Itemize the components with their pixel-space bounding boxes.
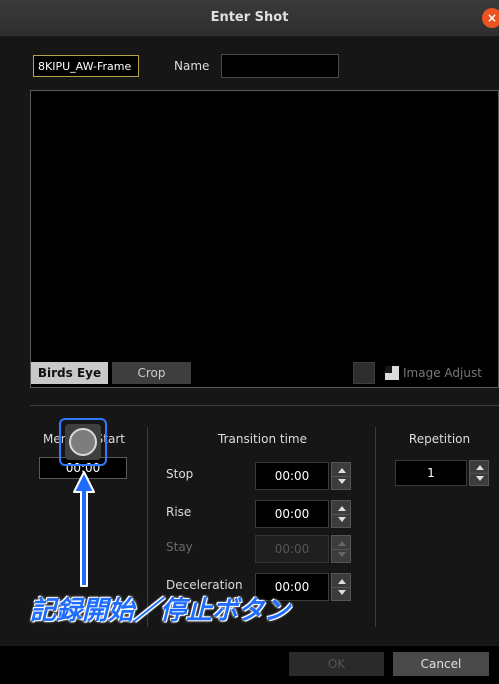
ok-button: OK: [289, 652, 384, 676]
name-label: Name: [174, 59, 210, 73]
window-title: Enter Shot: [210, 10, 289, 25]
repetition-title: Repetition: [408, 432, 471, 446]
chevron-up-icon[interactable]: [338, 506, 346, 511]
deceleration-time-stepper[interactable]: [331, 573, 351, 601]
stop-time-stepper[interactable]: [331, 462, 351, 490]
camera-name-label: 8KIPU_AW-Frame: [33, 55, 139, 77]
annotation-caption: 記録開始／停止ボタン: [30, 596, 291, 626]
chevron-down-icon: [338, 552, 346, 557]
stop-label: Stop: [166, 467, 194, 481]
section-divider: [30, 405, 499, 406]
image-adjust-checkbox[interactable]: [353, 362, 375, 384]
rise-time-input[interactable]: 00:00: [255, 500, 329, 528]
chevron-down-icon[interactable]: [338, 590, 346, 595]
column-divider-2: [375, 427, 376, 627]
name-input[interactable]: [221, 54, 339, 78]
chevron-up-icon[interactable]: [476, 465, 484, 470]
chevron-up-icon[interactable]: [338, 579, 346, 584]
cancel-button[interactable]: Cancel: [393, 652, 489, 676]
repetition-stepper[interactable]: [469, 460, 489, 486]
title-bar: Enter Shot ×: [0, 0, 499, 37]
image-adjust-icon: [385, 366, 399, 380]
close-button[interactable]: ×: [482, 8, 499, 28]
stay-time-input: 00:00: [255, 535, 329, 563]
stop-time-input[interactable]: 00:00: [255, 462, 329, 490]
chevron-down-icon[interactable]: [476, 476, 484, 481]
stay-label: Stay: [166, 540, 193, 554]
record-circle-icon[interactable]: [69, 428, 97, 456]
chevron-down-icon[interactable]: [338, 517, 346, 522]
transition-time-title: Transition time: [218, 432, 307, 446]
tab-crop[interactable]: Crop: [112, 362, 191, 384]
chevron-down-icon[interactable]: [338, 479, 346, 484]
rise-label: Rise: [166, 505, 192, 519]
repetition-input[interactable]: 1: [395, 460, 467, 486]
stay-time-stepper: [331, 535, 351, 563]
rise-time-stepper[interactable]: [331, 500, 351, 528]
tab-birds-eye[interactable]: Birds Eye: [31, 362, 108, 384]
camera-preview: [30, 90, 499, 388]
up-arrow-icon: [73, 471, 95, 587]
image-adjust-label: Image Adjust: [403, 366, 482, 380]
chevron-up-icon: [338, 541, 346, 546]
chevron-up-icon[interactable]: [338, 468, 346, 473]
